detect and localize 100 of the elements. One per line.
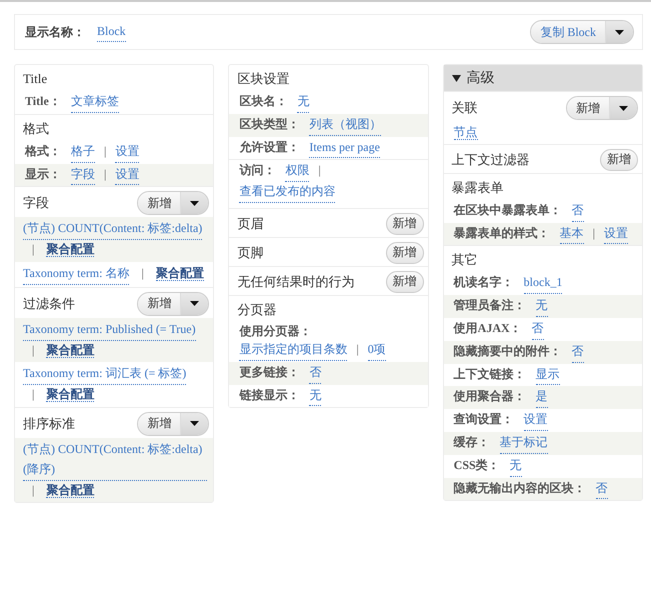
setting-label: 格式：	[25, 142, 61, 160]
setting-label: Title：	[25, 93, 61, 110]
aggregation-link[interactable]: 聚合配置	[46, 482, 94, 498]
setting-label: 使用AJAX：	[454, 320, 522, 337]
setting-link[interactable]: 是	[536, 387, 548, 408]
add-button[interactable]: 新增	[386, 212, 424, 235]
setting-link[interactable]: 查看已发布的内容	[239, 182, 336, 203]
separator: |	[104, 144, 106, 159]
caret-icon	[615, 30, 624, 34]
separator: |	[32, 342, 34, 357]
section-title: 其它	[452, 251, 478, 270]
aggregation-link[interactable]: 聚合配置	[46, 242, 94, 258]
dropdown-toggle[interactable]	[180, 292, 208, 315]
setting-label: 在区块中暴露表单：	[454, 202, 562, 219]
aggregation-link[interactable]: 聚合配置	[156, 266, 204, 281]
setting-link[interactable]: 显示指定的项目条数	[239, 340, 348, 361]
setting-label: 显示：	[25, 166, 61, 183]
dropdown-toggle[interactable]	[605, 21, 633, 43]
dropdown-toggle[interactable]	[608, 97, 637, 119]
add-button[interactable]: 新增	[138, 192, 180, 214]
setting-link[interactable]: 显示	[536, 364, 560, 386]
section-title: 页脚	[237, 244, 264, 262]
section-title: 关联	[452, 99, 478, 117]
separator: |	[141, 266, 144, 280]
separator: |	[32, 242, 34, 256]
setting-link[interactable]: 无	[297, 92, 310, 113]
field-link[interactable]: (节点) COUNT(Content: 标签:delta)	[23, 219, 202, 240]
add-button[interactable]: 新增	[138, 412, 180, 435]
separator: |	[32, 482, 34, 497]
field-link[interactable]: Taxonomy term: Published (= True)	[23, 320, 196, 341]
field-link[interactable]: Taxonomy term: 名称	[23, 264, 130, 285]
section-title: 字段	[23, 194, 49, 212]
advanced-header[interactable]: 高级	[444, 65, 642, 91]
add-button[interactable]: 新增	[600, 148, 638, 171]
caret-icon	[190, 301, 200, 306]
setting-link[interactable]: 否	[309, 362, 322, 384]
setting-link[interactable]: 列表（视图）	[309, 114, 382, 136]
setting-link[interactable]: 否	[596, 478, 608, 500]
setting-link[interactable]: 0项	[368, 340, 386, 361]
separator: |	[318, 163, 321, 178]
setting-link[interactable]: 设置	[604, 224, 628, 244]
setting-label: 隐藏无输出内容的区块：	[454, 480, 586, 497]
display-name-link[interactable]: Block	[97, 22, 126, 42]
relationship-link[interactable]: 节点	[454, 125, 478, 140]
section-title: 排序标准	[23, 414, 75, 433]
field-link[interactable]: (节点) COUNT(Content: 标签:delta) (降序)	[23, 440, 208, 481]
caret-icon	[618, 106, 628, 110]
setting-link[interactable]: 设置	[524, 410, 548, 431]
setting-label: 使用聚合器：	[454, 388, 526, 406]
display-name-label: 显示名称：	[25, 24, 85, 40]
setting-link[interactable]: 设置	[115, 142, 140, 163]
setting-link[interactable]: 文章标签	[70, 92, 119, 113]
setting-label: 暴露表单的样式：	[454, 224, 550, 242]
setting-label: 隐藏摘要中的附件：	[454, 342, 562, 360]
caret-icon	[190, 200, 200, 206]
caret-icon	[190, 421, 200, 426]
section-title: 无任何结果时的行为	[237, 272, 354, 291]
setting-link[interactable]: 权限	[285, 161, 310, 182]
setting-label: 区块名：	[239, 93, 288, 110]
setting-link[interactable]: 基于标记	[500, 432, 548, 454]
duplicate-button[interactable]: 复制 Block	[531, 21, 605, 43]
dropdown-toggle[interactable]	[180, 412, 208, 435]
setting-link[interactable]: 设置	[115, 164, 140, 186]
setting-label: 管理员备注：	[454, 297, 526, 314]
setting-label: CSS类：	[454, 456, 500, 474]
setting-link[interactable]: 无	[309, 386, 322, 406]
setting-label: 机读名字：	[454, 274, 514, 292]
section-title: 暴露表单	[452, 178, 504, 197]
add-button[interactable]: 新增	[386, 242, 424, 264]
section-title: 页眉	[237, 214, 264, 233]
setting-link[interactable]: 无	[536, 296, 548, 317]
setting-label: 区块类型：	[239, 116, 300, 133]
section-title: 区块设置	[237, 70, 290, 88]
setting-link[interactable]: 字段	[71, 164, 95, 186]
setting-label: 缓存：	[454, 434, 490, 451]
separator: |	[356, 342, 359, 357]
add-button[interactable]: 新增	[138, 292, 180, 315]
separator: |	[104, 166, 106, 182]
setting-link[interactable]: Items per page	[309, 138, 380, 158]
setting-link[interactable]: 否	[572, 200, 584, 222]
setting-link[interactable]: 格子	[71, 142, 95, 163]
setting-link[interactable]: 基本	[560, 224, 584, 244]
setting-link[interactable]: 否	[532, 318, 544, 340]
aggregation-link[interactable]: 聚合配置	[46, 342, 94, 358]
add-button[interactable]: 新增	[386, 270, 424, 293]
setting-label: 上下文链接：	[454, 366, 526, 383]
setting-label: 查询设置：	[454, 411, 514, 428]
dropdown-toggle[interactable]	[180, 192, 208, 214]
setting-label: 链接显示：	[239, 386, 300, 404]
aggregation-link[interactable]: 聚合配置	[46, 387, 94, 402]
advanced-title: 高级	[466, 69, 495, 87]
section-title: Title	[23, 71, 48, 87]
add-button[interactable]: 新增	[566, 97, 609, 119]
setting-link[interactable]: 无	[510, 456, 522, 477]
setting-link[interactable]: block_1	[524, 273, 562, 294]
setting-link[interactable]: 否	[572, 342, 584, 363]
section-title: 过滤条件	[23, 294, 75, 313]
field-link[interactable]: Taxonomy term: 词汇表 (= 标签)	[23, 364, 186, 386]
section-title: 上下文过滤器	[452, 150, 530, 169]
section-title: 格式	[23, 120, 49, 138]
